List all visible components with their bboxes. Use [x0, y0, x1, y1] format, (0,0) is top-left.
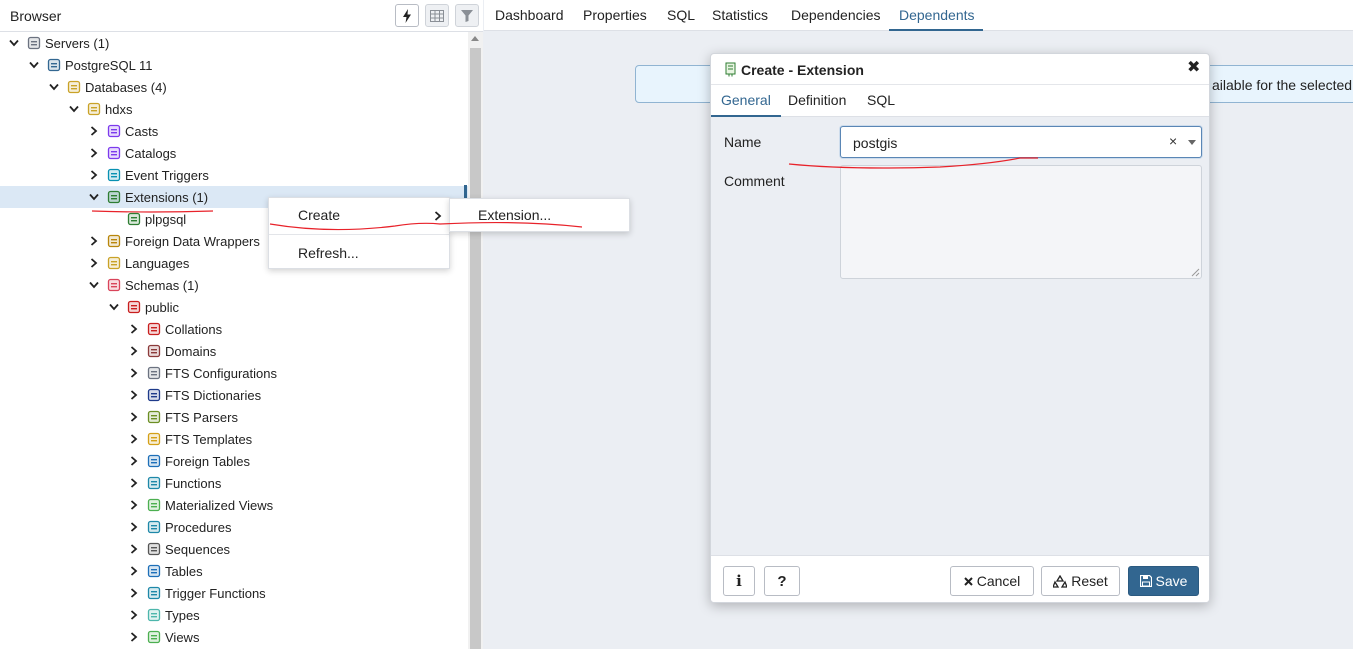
annotation-overlay	[91, 157, 1038, 231]
annotation-underline-extensions	[91, 210, 214, 213]
annotation-underline-name	[788, 157, 1038, 169]
annotation-underline-create	[269, 221, 583, 231]
